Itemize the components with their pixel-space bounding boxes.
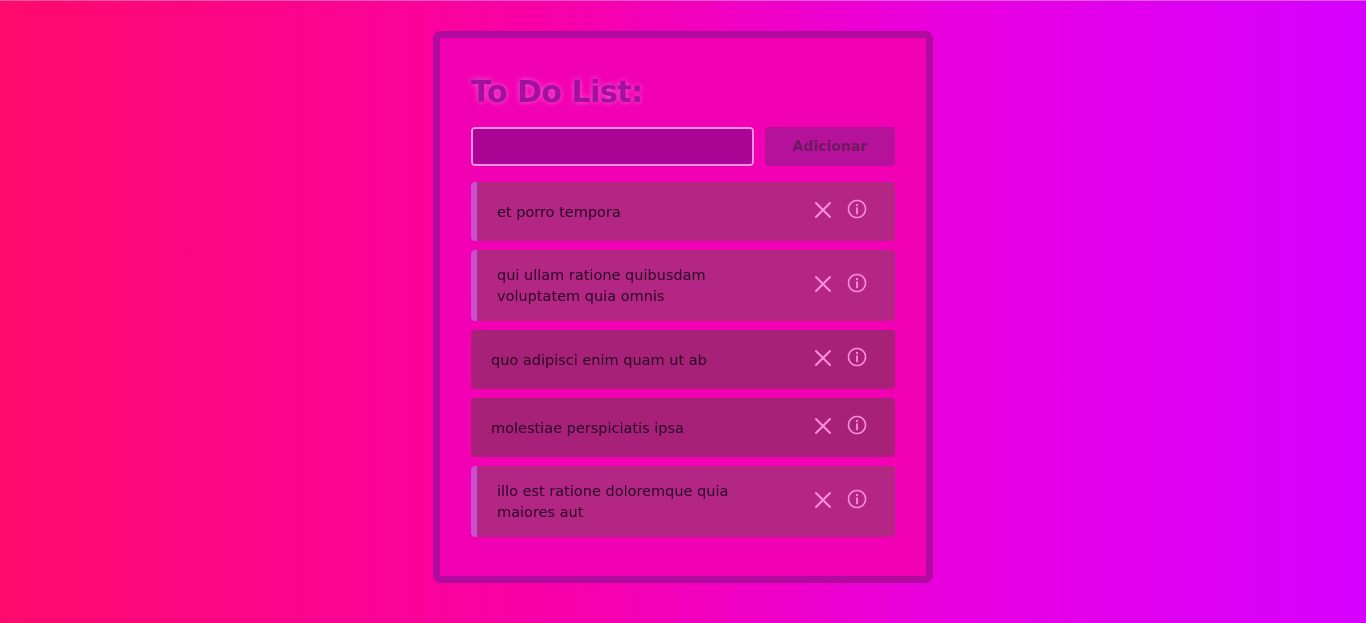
close-icon[interactable]	[813, 348, 833, 368]
task-text: quo adipisci enim quam ut ab	[491, 352, 707, 369]
close-icon[interactable]	[813, 274, 833, 294]
info-icon[interactable]	[847, 415, 867, 435]
task-item: illo est ratione doloremque quia maiores…	[471, 466, 895, 537]
task-item: molestiae perspiciatis ipsa	[471, 398, 895, 457]
close-icon[interactable]	[813, 490, 833, 510]
task-text: molestiae perspiciatis ipsa	[491, 420, 684, 437]
close-icon[interactable]	[813, 200, 833, 220]
close-icon[interactable]	[813, 416, 833, 436]
task-text: qui ullam ratione quibusdam voluptatem q…	[497, 268, 706, 305]
task-text: et porro tempora	[497, 204, 621, 221]
info-icon[interactable]	[847, 489, 867, 509]
task-text: illo est ratione doloremque quia maiores…	[497, 484, 729, 521]
info-icon[interactable]	[847, 347, 867, 367]
task-item: qui ullam ratione quibusdam voluptatem q…	[471, 250, 895, 321]
info-icon[interactable]	[847, 273, 867, 293]
task-item: et porro tempora	[471, 182, 895, 241]
page-title: To Do List:	[471, 75, 643, 110]
todo-card: To Do List: Adicionar et porro tempora q…	[433, 31, 933, 583]
top-border-line	[0, 0, 1366, 1]
task-item: quo adipisci enim quam ut ab	[471, 330, 895, 389]
info-icon[interactable]	[847, 199, 867, 219]
new-task-input[interactable]	[471, 127, 754, 166]
add-task-button[interactable]: Adicionar	[765, 127, 895, 166]
